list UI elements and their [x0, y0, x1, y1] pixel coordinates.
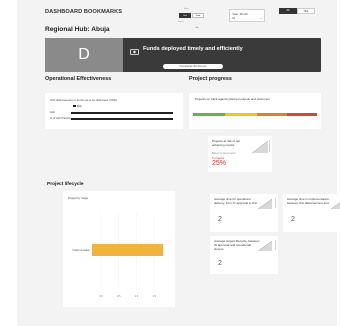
hub-title: Regional Hub: Abuja: [45, 26, 110, 33]
kpi-card-scrollbar[interactable]: [274, 198, 276, 208]
ontrack-card: Projects on track against planned output…: [189, 93, 321, 129]
ontrack-title: Projects on track against planned output…: [195, 97, 270, 101]
project-by-stage-chart: 0.0 0.5 1.0 1.5 Implementation: [72, 213, 163, 298]
money-icon: [130, 49, 139, 55]
kpi-title-implementation: Average time in implementation, between …: [287, 197, 330, 205]
chevron-down-icon: ⌄: [259, 16, 262, 20]
x-tick-label: 1.0: [135, 294, 139, 298]
page-title: DASHBOARD BOOKMARKS: [45, 9, 123, 15]
sparkline-icon: [258, 241, 272, 251]
sparkline-icon: [331, 202, 340, 209]
x-tick-label: 1.5: [152, 294, 156, 298]
hero-letter: D: [78, 46, 90, 63]
uof-disbursement-card: UoF disbursement or funds yet to be disb…: [45, 93, 183, 129]
hero-text: Funds deployed timely and efficiently: [143, 46, 243, 52]
kpi-title-lifecycle: Average project lifecycle, between IC ap…: [214, 239, 260, 251]
bar-implementation[interactable]: [92, 244, 163, 256]
projects-at-risk-card: Projects at risk of not achieving result…: [208, 136, 272, 172]
view-toggle-caption-focus: Focus: [178, 21, 184, 23]
legend-swatch-icon: [73, 105, 76, 108]
category-label: Implementation: [72, 248, 90, 252]
year-month-filter[interactable]: Year, Month All ⌄: [229, 9, 265, 22]
view-option-table[interactable]: Table: [192, 13, 204, 18]
uof-bar-planning: [71, 118, 173, 120]
kpi-card-ops-delivery: Average time for operations delivery, fr…: [210, 194, 278, 232]
kpi-card-lifecycle: Average project lifecycle, between IC ap…: [210, 236, 278, 274]
sparkline-icon: [252, 141, 268, 153]
uof-row-label-1: % of UoF Planning: [50, 117, 72, 120]
risk-card-scrollbar[interactable]: [268, 140, 270, 152]
uof-row-label-0: Hub: [50, 111, 55, 114]
segment-toggle: All Hub: [279, 8, 315, 14]
risk-value: 25%: [212, 160, 227, 167]
ontrack-segment-yellow: [225, 113, 257, 116]
section-title-lifecycle: Project lifecycle: [47, 182, 84, 187]
kpi-value-ops-delivery: 2: [218, 216, 222, 223]
ontrack-segment-orange: [257, 113, 287, 116]
hero-action-button[interactable]: Operational effectiveness: [163, 64, 223, 69]
uof-bar-hub: [71, 112, 173, 114]
kpi-value-lifecycle: 2: [218, 260, 222, 267]
section-title-progress: Project progress: [189, 76, 232, 82]
segment-option-hub[interactable]: Hub: [297, 8, 315, 14]
year-month-value: All: [232, 17, 235, 20]
uof-card-title: UoF disbursement or funds yet to be disb…: [50, 98, 117, 102]
x-tick-label: 0.5: [117, 294, 121, 298]
view-toggle: View Grid Table Focus Hub: [175, 8, 205, 34]
uof-legend: Risk: [73, 105, 82, 108]
section-title-operational: Operational Effectiveness: [45, 76, 112, 82]
kpi-value-implementation: 2: [291, 216, 295, 223]
dashboard-page: DASHBOARD BOOKMARKS Regional Hub: Abuja …: [17, 0, 340, 326]
segment-option-all[interactable]: All: [279, 8, 297, 14]
ontrack-segment-red: [287, 113, 317, 116]
hero-card: D Funds deployed timely and efficiently …: [45, 38, 321, 72]
uof-legend-label: Risk: [76, 105, 82, 108]
ontrack-segment-green: [193, 113, 225, 116]
project-by-stage-card: Project by stage 0.0 0.5 1.0 1.5 Implementat…: [63, 191, 175, 307]
risk-title: Projects at risk of not achieving result…: [212, 139, 241, 147]
view-option-grid[interactable]: Grid: [179, 13, 191, 18]
year-month-label: Year, Month: [232, 11, 248, 16]
kpi-card-implementation: Average time in implementation, between …: [283, 194, 340, 232]
sparkline-icon: [258, 199, 272, 209]
x-tick-label: 0.0: [99, 294, 103, 298]
kpi-card-scrollbar[interactable]: [274, 240, 276, 250]
view-toggle-caption: View: [184, 8, 189, 10]
kpi-title-ops-delivery: Average time for operations delivery, fr…: [214, 197, 257, 205]
risk-count: 6 projects: [212, 155, 225, 160]
view-toggle-caption-hub: Hub: [195, 27, 199, 29]
